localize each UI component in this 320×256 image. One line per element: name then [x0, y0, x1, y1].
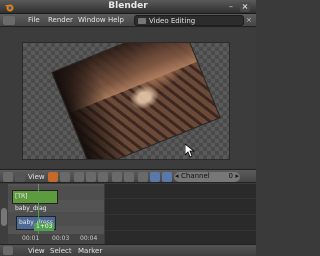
editor-type-icon[interactable]: [3, 246, 13, 255]
time-axis[interactable]: 00:01 00:03 00:04: [8, 234, 104, 244]
screen-layout-icon: [138, 18, 146, 24]
display-mode-icon[interactable]: [60, 172, 70, 182]
time-tick: 00:01: [22, 235, 40, 242]
menu-select[interactable]: Select: [50, 247, 72, 255]
preview-canvas: [22, 42, 230, 160]
current-frame-tag: 1+03: [34, 223, 55, 231]
video-frame-image: [52, 43, 220, 159]
menu-view[interactable]: View: [28, 247, 45, 255]
channel-number-field[interactable]: ◂ Channel 0 ▸: [174, 172, 240, 182]
render-size-icon[interactable]: [112, 172, 122, 182]
screen-layout-dropdown[interactable]: Video Editing: [134, 15, 244, 26]
channel-increment-icon[interactable]: ▸: [235, 172, 239, 180]
editor-type-icon[interactable]: [3, 172, 13, 182]
time-tick: 00:03: [52, 235, 70, 242]
menu-file[interactable]: File: [28, 16, 40, 24]
window-title: Blender: [108, 1, 148, 11]
info-editor-icon[interactable]: [3, 16, 15, 25]
window-titlebar: Blender – ×: [0, 0, 256, 14]
channel-value: 0: [228, 172, 233, 180]
menu-window[interactable]: Window: [78, 16, 106, 24]
sequencer-preview[interactable]: [0, 28, 256, 168]
chroma-icon[interactable]: [86, 172, 96, 182]
vertical-scrollbar[interactable]: [1, 208, 7, 226]
menu-marker[interactable]: Marker: [78, 247, 102, 255]
sequencer-header: View ◂ Channel 0 ▸: [0, 169, 256, 183]
time-tick: 00:04: [80, 235, 98, 242]
channel-decrement-icon[interactable]: ◂: [175, 172, 179, 180]
delete-screen-icon[interactable]: ×: [246, 16, 254, 25]
collapse-menu-icon[interactable]: [15, 172, 25, 182]
minimize-button[interactable]: –: [226, 2, 236, 12]
sequencer-bottom-header: View Select Marker: [0, 244, 256, 256]
screen-layout-value: Video Editing: [149, 17, 196, 25]
empty-editor-area[interactable]: [105, 184, 256, 244]
close-window-button[interactable]: ×: [240, 2, 250, 12]
cursor-arrow-icon: [185, 144, 195, 158]
channel-label: Channel: [181, 172, 210, 180]
scene-icon[interactable]: [48, 172, 58, 182]
overlay-icon[interactable]: [138, 172, 148, 182]
menu-render[interactable]: Render: [48, 16, 73, 24]
main-menu-header: File Render Window Help Video Editing ×: [0, 14, 256, 27]
histogram-icon[interactable]: [98, 172, 108, 182]
menu-help[interactable]: Help: [108, 16, 124, 24]
sequencer-view-menu[interactable]: View: [28, 173, 45, 181]
preview-toggle-icon[interactable]: [150, 172, 160, 182]
sequencer-strips-area[interactable]: [TR] baby_drag baby_dress 1+03 00:01 00:…: [0, 184, 104, 244]
transform-strip[interactable]: [TR] baby_drag: [12, 190, 58, 212]
gpu-preview-icon[interactable]: [162, 172, 172, 182]
proxy-icon[interactable]: [124, 172, 134, 182]
luma-icon[interactable]: [74, 172, 84, 182]
